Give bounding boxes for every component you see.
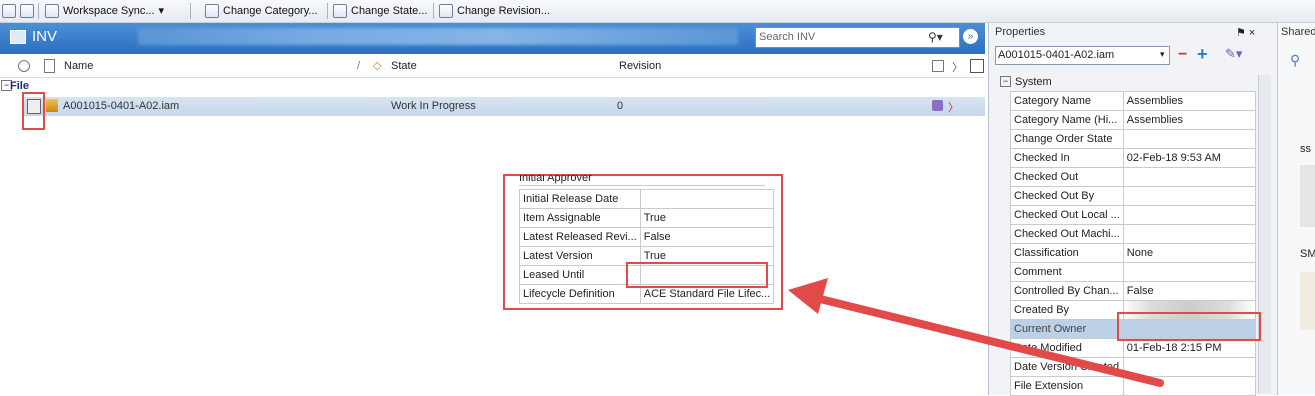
state-column-icon: ◇ xyxy=(373,60,382,72)
search-icon[interactable]: ⚲ xyxy=(1290,52,1300,69)
vault-title: INV xyxy=(10,28,57,45)
file-name[interactable]: A001015-0401-A02.iam xyxy=(63,100,179,112)
tag-icon: 〉 xyxy=(952,62,963,74)
toolbar xyxy=(0,0,1315,23)
category-icon xyxy=(205,3,219,18)
chevron-down-icon[interactable]: ▾ xyxy=(159,4,165,17)
grid-icon[interactable] xyxy=(2,4,16,18)
sort-icon: / xyxy=(357,60,361,72)
remove-icon[interactable]: − xyxy=(1178,47,1194,63)
change-revision-button[interactable]: Change Revision... xyxy=(439,2,550,19)
collapse-section-icon[interactable]: − xyxy=(1000,76,1011,87)
checkbox-column-icon[interactable] xyxy=(932,60,944,72)
toolbar-separator xyxy=(433,3,434,19)
toolbar-separator xyxy=(38,3,39,19)
shared-thumbnail xyxy=(1300,165,1315,227)
change-category-button[interactable]: Change Category... xyxy=(205,2,318,19)
column-name[interactable]: Name xyxy=(64,60,93,72)
toolbar-separator xyxy=(190,3,191,19)
popup-partial-row: Initial Approver xyxy=(519,175,765,186)
file-state: Work In Progress xyxy=(391,100,476,112)
shared-text: SM xyxy=(1300,248,1315,260)
toolbar-separator xyxy=(327,3,328,19)
search-options-icon[interactable]: ⚲▾ xyxy=(928,30,943,44)
column-state[interactable]: State xyxy=(391,60,417,72)
change-state-button[interactable]: Change State... xyxy=(333,2,427,19)
properties-scrollbar[interactable] xyxy=(1258,75,1271,393)
properties-grid: Category Name Assemblies Category Name (H… xyxy=(1010,91,1257,396)
search-icon[interactable] xyxy=(20,4,34,18)
blurred-path xyxy=(138,28,738,45)
sync-icon xyxy=(45,3,59,18)
section-system: System xyxy=(1015,76,1052,88)
tag-icon: 〉 xyxy=(948,102,959,114)
arrow-head xyxy=(788,278,828,314)
status-column-icon[interactable] xyxy=(18,60,30,72)
highlight-box xyxy=(626,262,768,288)
edit-icon[interactable]: ✎▾ xyxy=(1225,46,1242,62)
chevron-down-icon[interactable]: ▾ xyxy=(1160,49,1165,60)
highlight-box xyxy=(1117,312,1261,341)
search-placeholder: Search INV xyxy=(759,31,816,43)
group-label: File xyxy=(10,80,29,92)
properties-popup: Initial Approver Initial Release Date It… xyxy=(503,174,783,310)
state-icon xyxy=(333,3,347,18)
status-badge xyxy=(932,100,943,111)
shared-title: Shared xyxy=(1281,26,1315,38)
file-revision: 0 xyxy=(617,100,624,112)
column-header xyxy=(0,56,985,78)
add-icon[interactable]: + xyxy=(1197,45,1213,63)
workspace-sync-button[interactable]: Workspace Sync... ▾ xyxy=(45,2,164,19)
file-column-icon xyxy=(44,59,55,73)
file-selector-value: A001015-0401-A02.iam xyxy=(998,49,1115,61)
column-revision[interactable]: Revision xyxy=(619,60,661,72)
highlight-box xyxy=(22,92,45,130)
revision-icon xyxy=(439,3,453,18)
properties-title: Properties xyxy=(995,26,1046,38)
pin-close-icon[interactable]: ⚑ × xyxy=(1236,26,1255,39)
column-chooser-icon[interactable] xyxy=(970,59,984,73)
vault-icon xyxy=(10,29,26,44)
assembly-icon xyxy=(46,99,58,112)
shared-thumbnail xyxy=(1300,272,1315,330)
shared-text: ss xyxy=(1300,143,1311,155)
collapse-icon[interactable]: » xyxy=(963,29,978,44)
